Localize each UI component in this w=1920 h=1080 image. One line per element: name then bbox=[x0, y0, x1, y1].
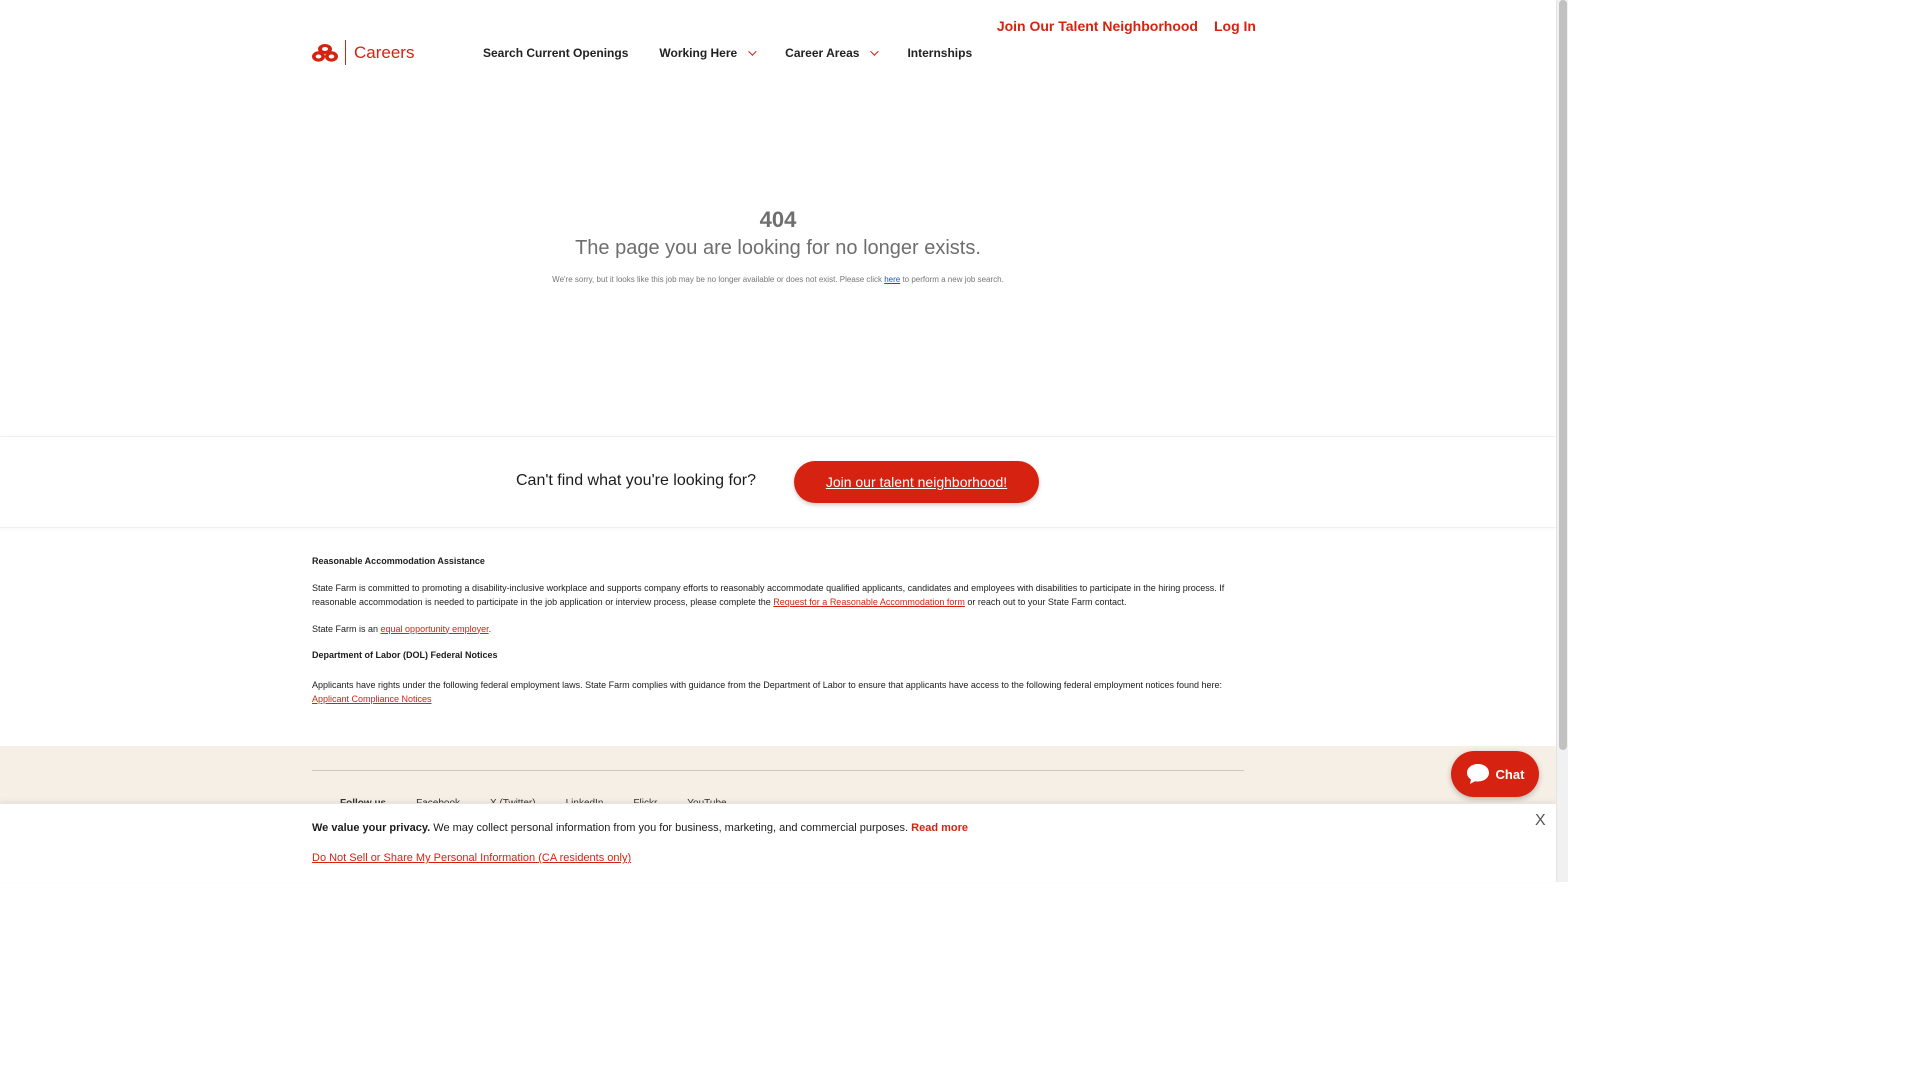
nav-search-current-openings[interactable]: Search Current Openings bbox=[483, 46, 628, 60]
utility-nav: Join Our Talent Neighborhood Log In bbox=[997, 18, 1256, 34]
accommodation-form-link[interactable]: Request for a Reasonable Accommodation f… bbox=[773, 597, 965, 607]
nav-label: Search Current Openings bbox=[483, 46, 629, 60]
log-in-link[interactable]: Log In bbox=[1214, 18, 1256, 34]
error-message-text: We're sorry, but it looks like this job … bbox=[552, 275, 885, 284]
site-header: Join Our Talent Neighborhood Log In Care… bbox=[0, 0, 1556, 90]
accommodation-paragraph: State Farm is committed to promoting a d… bbox=[312, 581, 1247, 610]
chevron-down-icon bbox=[870, 47, 880, 56]
chevron-down-icon bbox=[748, 47, 757, 56]
nav-label: Career Areas bbox=[785, 46, 860, 60]
nav-internships[interactable]: Internships bbox=[907, 46, 972, 60]
state-farm-logo-icon bbox=[312, 43, 338, 62]
do-not-sell-link[interactable]: Do Not Sell or Share My Personal Informa… bbox=[312, 852, 631, 864]
legal-notices: Reasonable Accommodation Assistance Stat… bbox=[312, 554, 1247, 707]
join-talent-neighborhood-button[interactable]: Join our talent neighborhood! bbox=[794, 461, 1039, 503]
cta-question: Can't find what you're looking for? bbox=[516, 472, 757, 489]
error-headline: The page you are looking for no longer e… bbox=[575, 237, 981, 259]
new-search-link[interactable]: here bbox=[884, 275, 900, 284]
chat-bubble-icon bbox=[1466, 764, 1489, 784]
error-message: We're sorry, but it looks like this job … bbox=[0, 275, 1556, 284]
brand-divider bbox=[345, 40, 346, 65]
cta-band: Can't find what you're looking for? Join… bbox=[0, 436, 1556, 528]
eoe-paragraph: State Farm is an equal opportunity emplo… bbox=[312, 622, 1247, 637]
privacy-message: We value your privacy. We may collect pe… bbox=[312, 822, 968, 834]
accommodation-text-end: or reach out to your State Farm contact. bbox=[964, 597, 1127, 607]
page-scrollbar[interactable] bbox=[1556, 0, 1568, 882]
footer-divider bbox=[312, 770, 1244, 771]
eoe-text-end: . bbox=[488, 623, 492, 634]
error-code: 404 bbox=[759, 207, 797, 232]
accommodation-heading: Reasonable Accommodation Assistance bbox=[312, 556, 485, 566]
dol-heading: Department of Labor (DOL) Federal Notice… bbox=[312, 650, 498, 660]
join-talent-neighborhood-link[interactable]: Join Our Talent Neighborhood bbox=[997, 18, 1198, 34]
chat-button[interactable]: Chat bbox=[1451, 751, 1539, 797]
privacy-banner: We value your privacy. We may collect pe… bbox=[0, 803, 1556, 882]
chat-label: Chat bbox=[1495, 766, 1525, 782]
equal-opportunity-employer-link[interactable]: equal opportunity employer bbox=[381, 624, 489, 634]
dol-text: Applicants have rights under the followi… bbox=[312, 679, 1222, 690]
error-message-text-end: to perform a new job search. bbox=[900, 275, 1004, 284]
brand-careers-label: Careers bbox=[354, 42, 415, 62]
brand-home-link[interactable]: Careers bbox=[312, 40, 414, 65]
nav-working-here[interactable]: Working Here bbox=[659, 46, 757, 60]
scrollbar-thumb[interactable] bbox=[1559, 0, 1567, 750]
applicant-compliance-notices-link[interactable]: Applicant Compliance Notices bbox=[312, 694, 432, 704]
close-privacy-button[interactable]: X bbox=[1535, 812, 1546, 830]
privacy-lead: We value your privacy. bbox=[312, 822, 431, 834]
dol-paragraph: Applicants have rights under the followi… bbox=[312, 678, 1247, 707]
error-section: 404 The page you are looking for no long… bbox=[0, 207, 1556, 284]
nav-label: Working Here bbox=[659, 46, 738, 60]
nav-label: Internships bbox=[907, 46, 973, 60]
privacy-text: We may collect personal information from… bbox=[430, 822, 912, 834]
eoe-text: State Farm is an bbox=[312, 623, 381, 634]
privacy-read-more-link[interactable]: Read more bbox=[911, 822, 968, 834]
main-nav: Search Current Openings Working Here Car… bbox=[483, 46, 1003, 60]
nav-career-areas[interactable]: Career Areas bbox=[785, 46, 880, 60]
